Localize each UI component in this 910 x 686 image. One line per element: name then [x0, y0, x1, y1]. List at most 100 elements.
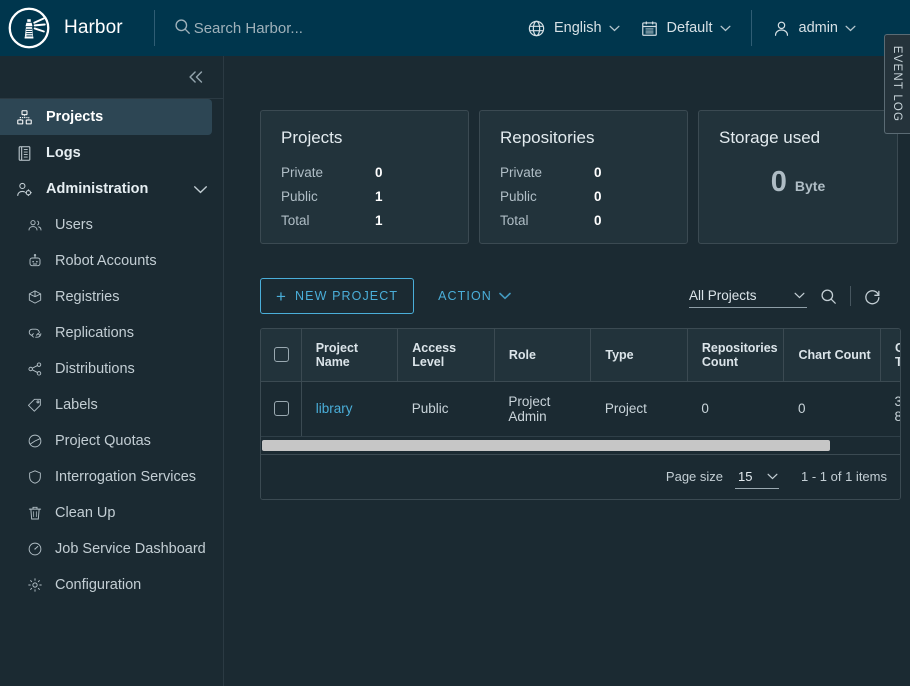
sidebar-item-clean-up[interactable]: Clean Up	[0, 495, 223, 531]
sidebar-item-administration[interactable]: Administration	[0, 171, 223, 207]
sidebar-item-label: Project Quotas	[55, 433, 151, 449]
action-dropdown-button[interactable]: ACTION	[438, 289, 511, 303]
stat-row: Total 1	[281, 209, 448, 233]
sidebar-item-projects[interactable]: Projects	[0, 99, 212, 135]
sidebar-item-label: Labels	[55, 397, 98, 413]
cell-project-name[interactable]: library	[301, 381, 398, 437]
sidebar-item-label: Configuration	[55, 577, 142, 593]
page-size-select[interactable]: 15	[735, 465, 780, 489]
chevron-down-icon	[767, 473, 778, 480]
sidebar-item-label: Clean Up	[55, 505, 116, 521]
sidebar-item-replications[interactable]: Replications	[0, 315, 223, 351]
robot-icon	[26, 253, 44, 269]
sidebar-item-project-quotas[interactable]: Project Quotas	[0, 423, 223, 459]
sidebar-item-label: Replications	[55, 325, 134, 341]
select-all-checkbox[interactable]	[274, 347, 289, 363]
globe-icon	[527, 19, 546, 38]
cell-type: Project	[590, 381, 688, 437]
cell-role: Project Admin	[494, 381, 591, 437]
column-label: Access Level	[412, 340, 457, 369]
table-row[interactable]: library Public Project Admin Project 0 0…	[261, 381, 900, 437]
sidebar-item-users[interactable]: Users	[0, 207, 223, 243]
distribution-share-icon	[26, 361, 44, 377]
header-divider-2	[750, 10, 752, 46]
chevron-down-icon	[845, 20, 856, 36]
sidebar-item-label: Interrogation Services	[55, 469, 197, 485]
replication-icon	[26, 325, 44, 341]
column-header-creation-time[interactable]: Cr Ti	[880, 329, 900, 382]
sidebar-item-interrogation-services[interactable]: Interrogation Services	[0, 459, 223, 495]
project-selector[interactable]: Default	[630, 0, 741, 56]
main-content: Projects Private 0 Public 1 Total 1 Repo…	[224, 56, 910, 686]
sidebar-item-label: Projects	[46, 109, 104, 125]
sidebar-item-labels[interactable]: Labels	[0, 387, 223, 423]
sidebar-item-configuration[interactable]: Configuration	[0, 567, 223, 603]
projects-icon	[14, 109, 34, 126]
sidebar-item-logs[interactable]: Logs	[0, 135, 223, 171]
sidebar-item-label: Users	[55, 217, 93, 233]
sidebar-item-robot-accounts[interactable]: Robot Accounts	[0, 243, 223, 279]
stat-value: 1	[375, 213, 383, 228]
search-placeholder: Search Harbor...	[193, 19, 303, 37]
stat-row: Total 0	[500, 209, 667, 233]
storage-unit: Byte	[794, 178, 826, 194]
language-selector[interactable]: English	[517, 0, 630, 56]
stat-row: Private 0	[281, 161, 448, 185]
stat-value: 0	[594, 189, 602, 204]
event-log-tab[interactable]: EVENT LOG	[884, 34, 910, 134]
column-header-access-level[interactable]: Access Level	[397, 329, 495, 382]
tag-icon	[26, 397, 44, 413]
column-header-project-name[interactable]: Project Name	[301, 329, 399, 382]
stat-value: 0	[594, 213, 602, 228]
cell-access-level: Public	[397, 381, 495, 437]
search-icon	[173, 17, 194, 40]
page-size-label: Page size	[665, 469, 724, 484]
column-header-type[interactable]: Type	[590, 329, 688, 382]
select-all-header	[261, 329, 302, 382]
cell-creation-time: 3/ 8:	[880, 381, 900, 437]
brand[interactable]: Harbor	[0, 0, 123, 56]
sidebar-item-registries[interactable]: Registries	[0, 279, 223, 315]
brand-title: Harbor	[64, 17, 123, 38]
cell-repositories-count: 0	[687, 381, 784, 437]
statistics-cards: Projects Private 0 Public 1 Total 1 Repo…	[260, 110, 898, 244]
double-chevron-left-icon[interactable]	[182, 65, 210, 89]
page-size-value: 15	[738, 468, 753, 484]
stat-row: Public 1	[281, 185, 448, 209]
user-label: admin	[798, 20, 839, 36]
gauge-icon	[26, 541, 44, 557]
sidebar-item-distributions[interactable]: Distributions	[0, 351, 223, 387]
sidebar-item-job-service-dashboard[interactable]: Job Service Dashboard	[0, 531, 223, 567]
column-label: Type	[605, 347, 634, 362]
search-icon[interactable]	[819, 287, 838, 306]
content-scroll-area[interactable]: Projects Private 0 Public 1 Total 1 Repo…	[224, 56, 910, 686]
storage-value: 0	[770, 166, 787, 198]
project-link[interactable]: library	[316, 401, 353, 416]
global-search[interactable]: Search Harbor...	[173, 17, 303, 40]
column-header-chart-count[interactable]: Chart Count	[783, 329, 881, 382]
stat-label: Private	[281, 165, 324, 180]
refresh-icon[interactable]	[863, 287, 882, 306]
projects-table: Project Name Access Level Role Type Repo…	[260, 328, 901, 500]
new-project-label: NEW PROJECT	[295, 289, 399, 303]
horizontal-scrollbar[interactable]	[261, 436, 900, 455]
new-project-button[interactable]: + NEW PROJECT	[260, 278, 415, 314]
column-label: Project Name	[315, 340, 359, 369]
column-header-role[interactable]: Role	[494, 329, 592, 382]
column-header-repositories-count[interactable]: Repositories Count	[687, 329, 785, 382]
chevron-down-icon[interactable]	[193, 185, 208, 194]
harbor-lighthouse-logo-icon	[8, 7, 50, 49]
toolbar-right: All Projects	[689, 284, 882, 308]
stat-label: Total	[281, 213, 310, 228]
row-checkbox[interactable]	[274, 401, 289, 416]
chevron-down-icon	[719, 20, 731, 36]
stat-value: 0	[594, 165, 602, 180]
registry-cube-icon	[26, 289, 44, 305]
stat-label: Total	[500, 213, 529, 228]
user-menu[interactable]: admin	[762, 0, 867, 56]
users-icon	[26, 217, 44, 233]
projects-stat-card: Projects Private 0 Public 1 Total 1	[260, 110, 469, 244]
project-filter-select[interactable]: All Projects	[689, 284, 807, 308]
table-scroll-viewport[interactable]: Project Name Access Level Role Type Repo…	[261, 329, 900, 437]
scrollbar-thumb[interactable]	[262, 439, 830, 451]
